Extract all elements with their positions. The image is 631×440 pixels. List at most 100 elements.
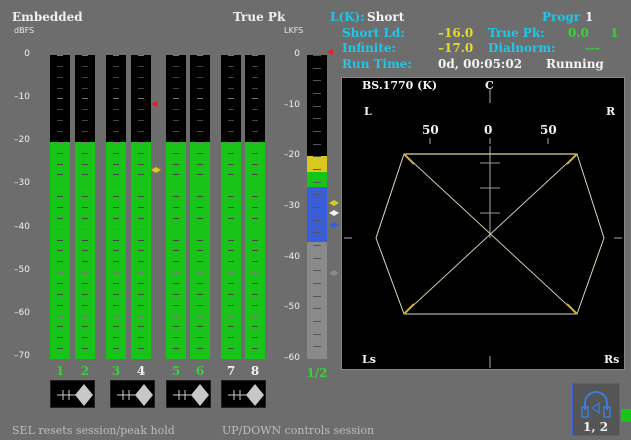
meter-tick bbox=[113, 87, 119, 89]
meter-tick bbox=[138, 315, 144, 317]
loudness-tick bbox=[313, 67, 321, 69]
true-pk-title: True Pk bbox=[233, 10, 286, 24]
meter-tick bbox=[228, 87, 234, 89]
meter-tick bbox=[252, 217, 258, 219]
meter-tick bbox=[252, 65, 258, 67]
meter-tick bbox=[138, 109, 144, 111]
meter-tick bbox=[197, 304, 203, 306]
meter-tick bbox=[228, 152, 234, 154]
true-pk-readout-label: True Pk: bbox=[488, 26, 545, 40]
infinite-label: Infinite: bbox=[342, 41, 396, 55]
surround-title: BS.1770 (K) bbox=[362, 79, 438, 92]
meter-tick bbox=[197, 98, 203, 100]
meter-tick bbox=[82, 76, 88, 78]
lk-value: Short bbox=[367, 10, 405, 24]
meter-tick bbox=[82, 304, 88, 306]
meter-tick bbox=[252, 283, 258, 284]
meter-tick bbox=[252, 152, 258, 154]
meter-tick bbox=[228, 217, 234, 219]
meter-tick bbox=[82, 120, 88, 122]
surround-label-r: R bbox=[606, 105, 616, 118]
corner-mark-rs bbox=[566, 303, 578, 315]
loudness-tick bbox=[313, 232, 321, 234]
headphone-panel[interactable]: 1, 2 bbox=[572, 383, 620, 436]
meter-tick bbox=[138, 141, 144, 143]
meter-tick bbox=[138, 283, 144, 284]
meter-tick bbox=[228, 326, 234, 328]
meter-tick bbox=[228, 250, 234, 252]
meter-tick bbox=[173, 283, 179, 284]
lkfs-tick-label: –30 bbox=[284, 201, 300, 211]
meter-tick bbox=[113, 55, 119, 56]
loudness-tick bbox=[313, 333, 321, 335]
channel-meter-7 bbox=[221, 55, 241, 359]
meter-tick bbox=[113, 250, 119, 252]
dbfs-tick-label: –10 bbox=[14, 92, 30, 103]
channel-number-4: 4 bbox=[136, 364, 146, 378]
meter-tick bbox=[57, 120, 63, 122]
meter-tick bbox=[197, 55, 203, 56]
meter-tick bbox=[197, 174, 203, 176]
meter-tick bbox=[82, 207, 88, 208]
meter-tick bbox=[252, 174, 258, 176]
channel-peak-red-marker bbox=[151, 101, 157, 107]
loudness-tick bbox=[313, 194, 321, 196]
meter-tick bbox=[57, 250, 63, 252]
meter-tick bbox=[197, 196, 203, 198]
channel-meter-1 bbox=[50, 55, 70, 359]
meter-tick bbox=[138, 348, 144, 350]
meter-tick bbox=[173, 120, 179, 122]
meter-tick bbox=[138, 55, 144, 56]
channel-number-8: 8 bbox=[250, 364, 260, 378]
meter-tick bbox=[197, 315, 203, 317]
progr-value: 1 bbox=[585, 10, 594, 24]
gate-marker bbox=[329, 270, 339, 276]
meter-tick bbox=[173, 76, 179, 78]
meter-tick bbox=[173, 250, 179, 252]
meter-tick bbox=[113, 326, 119, 328]
meter-tick bbox=[173, 55, 179, 56]
phase-diamond bbox=[246, 384, 264, 406]
meter-tick bbox=[57, 315, 63, 317]
meter-tick bbox=[57, 152, 63, 154]
phase-meter-7-8 bbox=[221, 380, 266, 408]
meter-tick bbox=[57, 87, 63, 89]
meter-tick bbox=[228, 272, 234, 274]
meter-tick bbox=[228, 283, 234, 284]
short-ld-marker bbox=[329, 200, 339, 206]
meter-tick bbox=[228, 196, 234, 198]
sel-message: SEL resets session/peak hold bbox=[12, 424, 175, 437]
meter-tick bbox=[173, 163, 179, 165]
surround-label-rs: Rs bbox=[604, 353, 620, 366]
meter-tick bbox=[252, 87, 258, 89]
meter-tick bbox=[82, 109, 88, 111]
meter-tick bbox=[197, 326, 203, 328]
surround-label-c: C bbox=[485, 79, 494, 92]
meter-tick bbox=[228, 348, 234, 350]
meter-tick bbox=[173, 131, 179, 132]
channel-meter-2 bbox=[75, 55, 95, 359]
meter-tick bbox=[113, 65, 119, 67]
meter-tick bbox=[173, 272, 179, 274]
meter-tick bbox=[82, 272, 88, 274]
meter-tick bbox=[252, 337, 258, 339]
meter-tick bbox=[113, 261, 119, 263]
meter-tick bbox=[82, 239, 88, 241]
meter-tick bbox=[57, 163, 63, 165]
meter-tick bbox=[228, 65, 234, 67]
meter-tick bbox=[173, 228, 179, 230]
meter-tick bbox=[228, 315, 234, 317]
meter-tick bbox=[57, 196, 63, 198]
meter-tick bbox=[197, 337, 203, 339]
loudness-tick bbox=[313, 156, 321, 158]
surround-scale-left: 50 bbox=[422, 123, 439, 137]
meter-tick bbox=[173, 261, 179, 263]
meter-tick bbox=[82, 261, 88, 263]
dialnorm-value: --- bbox=[585, 41, 600, 55]
meter-tick bbox=[173, 315, 179, 317]
channel-number-5: 5 bbox=[171, 364, 181, 378]
meter-tick bbox=[57, 207, 63, 208]
meter-tick bbox=[57, 109, 63, 111]
meter-tick bbox=[228, 98, 234, 100]
meter-tick bbox=[57, 65, 63, 67]
